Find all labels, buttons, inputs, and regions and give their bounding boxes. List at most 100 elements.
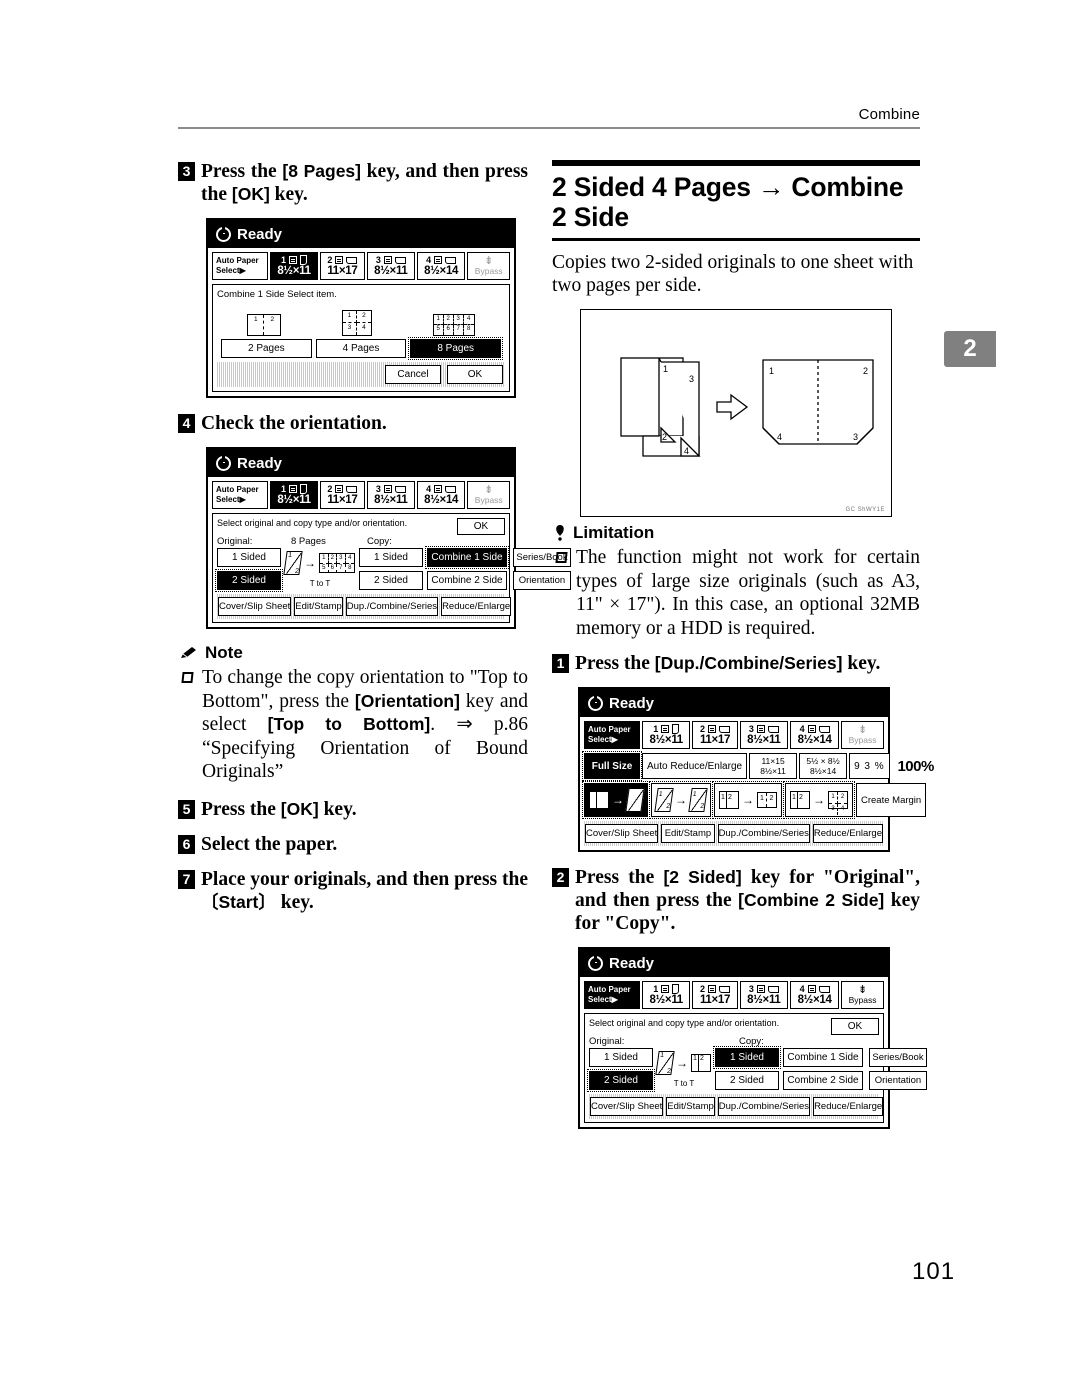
res-cell-1: 1 xyxy=(320,554,329,564)
lcd3-tray-4-id: 4 xyxy=(799,724,805,734)
lcd4-tab-reduce-enlarge[interactable]: Reduce/Enlarge xyxy=(813,1097,884,1116)
lcd4-auto-paper-select-button[interactable]: Auto Paper Select▶ xyxy=(584,981,640,1009)
lcd4-tray-button-3[interactable]: 3 8½×11 xyxy=(739,981,789,1009)
lcd2-tray-1-top: 1 xyxy=(281,484,308,494)
lcd4-key-orientation[interactable]: Orientation xyxy=(869,1071,927,1090)
lcd1-tray-button-2[interactable]: 2 11×17 xyxy=(320,252,365,280)
lcd3-auto-paper-line1: Auto Paper xyxy=(588,725,631,734)
lcd2-tray-button-3[interactable]: 3 8½×11 xyxy=(366,481,415,509)
lcd1-tray-button-4[interactable]: 4 8½×14 xyxy=(416,252,466,280)
thumb-4pages-icon: 1 2 3 4 xyxy=(341,310,372,336)
lcd1-footer-row: Cancel OK xyxy=(217,362,505,387)
lcd2-tab-dup-combine-series[interactable]: Dup./Combine/Series xyxy=(345,597,439,616)
lcd-panel-combine-select[interactable]: Ready Auto Paper Select▶ 1 8½×11 2 11×17… xyxy=(206,218,516,398)
lcd1-key-8-pages[interactable]: 8 Pages xyxy=(408,337,504,360)
lcd4-status-text: Ready xyxy=(609,954,655,972)
tray-icon xyxy=(807,985,816,993)
lcd4-tab-dup-combine-series[interactable]: Dup./Combine/Series xyxy=(717,1097,811,1116)
limitation-title: Limitation xyxy=(573,523,655,542)
lcd3-tab-edit-stamp[interactable]: Edit/Stamp xyxy=(661,824,715,843)
lcd4-key-combine-2-side[interactable]: Combine 2 Side xyxy=(783,1071,863,1090)
lcd4-ok-button[interactable]: OK xyxy=(831,1018,879,1035)
lcd4-tray-4-id: 4 xyxy=(799,984,805,994)
lcd4-key-copy-1-sided[interactable]: 1 Sided xyxy=(713,1046,781,1069)
lcd2-head-row: Select original and copy type and/or ori… xyxy=(217,518,505,535)
lcd-panel-original-copy-1sided[interactable]: Ready Auto Paper Select▶ 1 8½×11 2 11×17… xyxy=(578,947,927,1129)
lcd1-ok-button[interactable]: OK xyxy=(447,365,503,384)
duplex-sheet-icon: 12 xyxy=(654,788,674,812)
lcd1-tray-4-size: 8½×14 xyxy=(424,265,459,277)
thumb8-cell-7: 7 xyxy=(454,325,464,335)
lcd2-tab-reduce-enlarge[interactable]: Reduce/Enlarge xyxy=(441,597,512,616)
lcd4-bypass-button[interactable]: ⇟ Bypass xyxy=(841,981,885,1009)
lcd2-key-combine-1-side[interactable]: Combine 1 Side xyxy=(425,546,509,569)
lcd2-key-copy-2-sided[interactable]: 2 Sided xyxy=(359,571,423,590)
lcd4-key-original-2-sided[interactable]: 2 Sided xyxy=(587,1069,655,1092)
lcd3-key-4originals-combine-1side[interactable]: 1 2 → 1234 xyxy=(783,781,855,819)
lcd1-cancel-button[interactable]: Cancel xyxy=(385,365,441,384)
lcd3-key-1sided-to-2sided[interactable]: 1 2 → 12 xyxy=(582,781,650,819)
thumb-2pages-icon: 1 2 xyxy=(247,314,282,336)
note-title: Note xyxy=(205,643,243,662)
step-3-text-a: Press the xyxy=(201,161,283,182)
lcd1-auto-paper-select-button[interactable]: Auto Paper Select▶ xyxy=(212,252,268,280)
lcd4-key-combine-1-side[interactable]: Combine 1 Side xyxy=(783,1048,863,1067)
lcd-panel-main-copy-screen[interactable]: Ready Auto Paper Select▶ 1 8½×11 2 11×17… xyxy=(578,687,934,852)
lcd3-bypass-button[interactable]: ⇟ Bypass xyxy=(841,721,885,749)
lcd3-key-full-size[interactable]: Full Size xyxy=(582,751,642,781)
lcd3-tray-button-2[interactable]: 2 11×17 xyxy=(692,721,738,749)
lcd1-tray-button-3[interactable]: 3 8½×11 xyxy=(366,252,415,280)
lcd4-tab-edit-stamp[interactable]: Edit/Stamp xyxy=(666,1097,715,1116)
lcd4-key-original-1-sided[interactable]: 1 Sided xyxy=(589,1048,653,1067)
lcd3-tab-reduce-enlarge[interactable]: Reduce/Enlarge xyxy=(812,824,883,843)
step-1-text-a: Press the xyxy=(575,653,655,674)
lcd2-key-copy-1-sided[interactable]: 1 Sided xyxy=(359,548,423,567)
lcd3-tray-button-4[interactable]: 4 8½×14 xyxy=(790,721,840,749)
lcd2-tray-button-1[interactable]: 1 8½×11 xyxy=(270,481,319,509)
lcd2-pages-label: 8 Pages xyxy=(291,536,326,547)
lcd4-copy-label: Copy: xyxy=(739,1036,764,1047)
lcd3-tray-button-1[interactable]: 1 8½×11 xyxy=(642,721,691,749)
lcd4-key-series-book[interactable]: Series/Book xyxy=(869,1048,927,1067)
tray-icon xyxy=(383,256,392,264)
lcd2-tab-edit-stamp[interactable]: Edit/Stamp xyxy=(294,597,343,616)
note-item-1-text: To change the copy orientation to "Top t… xyxy=(202,666,528,784)
lcd2-key-original-2-sided[interactable]: 2 Sided xyxy=(215,569,283,592)
lcd2-bypass-button[interactable]: ⇟ Bypass xyxy=(467,481,510,509)
lcd2-auto-paper-select-button[interactable]: Auto Paper Select▶ xyxy=(212,481,268,509)
lcd3-key-2originals-combine-1side[interactable]: 1 2 → 12 xyxy=(712,781,784,819)
sheet-portrait-icon xyxy=(300,255,308,265)
lcd2-tray-button-2[interactable]: 2 11×17 xyxy=(320,481,365,509)
lcd4-key-copy-2-sided[interactable]: 2 Sided xyxy=(715,1071,779,1090)
lcd4-tray-button-1[interactable]: 1 8½×11 xyxy=(642,981,691,1009)
lcd2-ok-button[interactable]: OK xyxy=(457,518,505,535)
lcd3-key-ratio-5half[interactable]: 5½ × 8½ 8½×14 xyxy=(799,753,848,779)
lcd4-tray-button-4[interactable]: 4 8½×14 xyxy=(790,981,840,1009)
lcd1-key-4-pages[interactable]: 4 Pages xyxy=(315,339,407,358)
limitation-title-row: Limitation xyxy=(554,523,920,543)
svg-text:3: 3 xyxy=(853,432,858,442)
lcd3-key-2sided-to-2sided[interactable]: 12 → 12 xyxy=(649,781,713,819)
lcd4-tab-cover-slip-sheet[interactable]: Cover/Slip Sheet xyxy=(590,1097,664,1116)
lcd3-key-create-margin[interactable]: Create Margin xyxy=(856,783,927,817)
lcd1-tray-button-1[interactable]: 1 8½×11 xyxy=(270,252,319,280)
lcd1-key-2-pages[interactable]: 2 Pages xyxy=(221,339,312,358)
lcd1-bypass-button[interactable]: ⇟ Bypass xyxy=(467,252,510,280)
lcd3-tab-cover-slip-sheet[interactable]: Cover/Slip Sheet xyxy=(585,824,659,843)
lcd-panel-original-copy-combine1side[interactable]: Ready Auto Paper Select▶ 1 8½×11 2 11×17… xyxy=(206,447,571,629)
lcd2-tray-button-4[interactable]: 4 8½×14 xyxy=(416,481,466,509)
bypass-tray-icon: ⇟ xyxy=(857,724,868,736)
lcd3-tab-dup-combine-series[interactable]: Dup./Combine/Series xyxy=(717,824,810,843)
lcd3-key-ratio-93[interactable]: 9 3 % xyxy=(849,753,890,779)
lcd3-auto-paper-select-button[interactable]: Auto Paper Select▶ xyxy=(584,721,640,749)
lcd3-key-auto-reduce-enlarge[interactable]: Auto Reduce/Enlarge xyxy=(642,753,748,779)
lcd4-bottom-tabs: Cover/Slip Sheet Edit/Stamp Dup./Combine… xyxy=(589,1094,884,1119)
lcd4-tray-button-2[interactable]: 2 11×17 xyxy=(692,981,738,1009)
lcd3-key-ratio-11x15[interactable]: 11×15 8½×11 xyxy=(749,753,798,779)
duplex-original-icon: 12 xyxy=(655,1051,675,1075)
lcd2-key-combine-2-side[interactable]: Combine 2 Side xyxy=(427,571,507,590)
lcd3-tray-button-3[interactable]: 3 8½×11 xyxy=(739,721,789,749)
lcd2-key-original-1-sided[interactable]: 1 Sided xyxy=(217,548,281,567)
step-1-number: 1 xyxy=(552,654,569,673)
lcd2-tab-cover-slip-sheet[interactable]: Cover/Slip Sheet xyxy=(218,597,292,616)
